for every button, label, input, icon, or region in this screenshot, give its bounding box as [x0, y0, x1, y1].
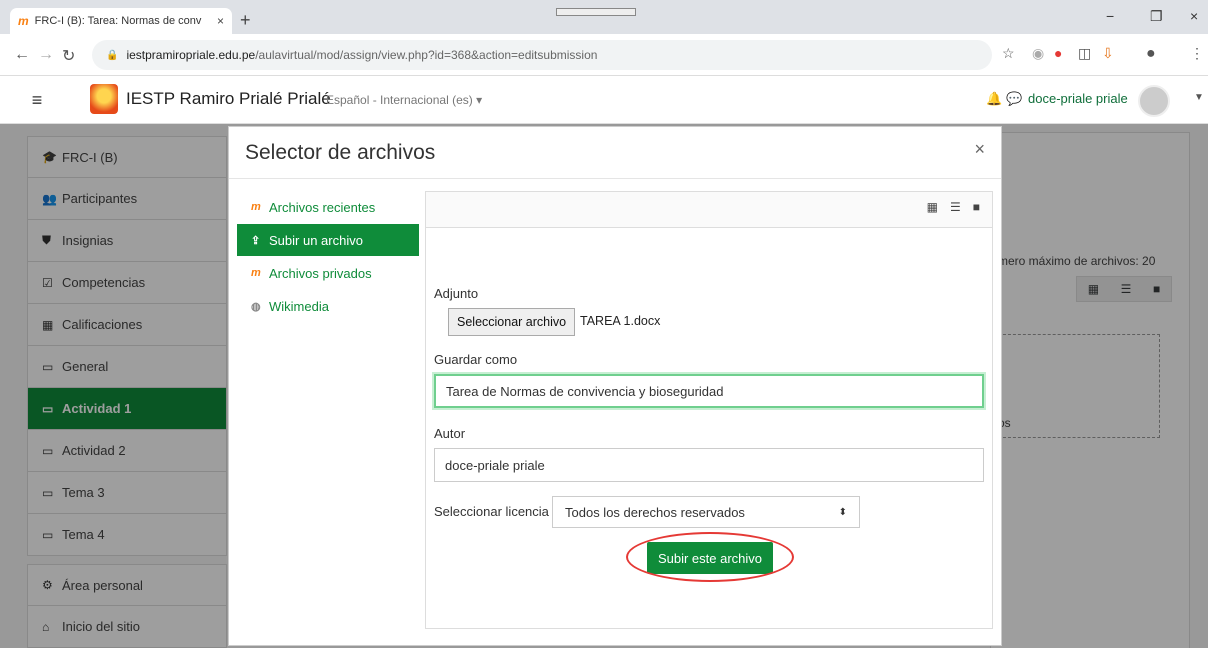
author-input[interactable]: doce-priale priale: [434, 448, 984, 482]
save-as-label: Guardar como: [434, 352, 518, 367]
moodle-icon: m: [251, 201, 261, 213]
messages-icon[interactable]: 💬: [1006, 91, 1022, 107]
browser-tab-bar: m FRC-I (B): Tarea: Normas de conv × + −…: [0, 0, 1208, 34]
camera-icon[interactable]: ◫: [1078, 45, 1091, 62]
forward-icon[interactable]: →: [38, 46, 54, 64]
repo-label: Archivos privados: [269, 265, 372, 281]
avatar[interactable]: [1138, 85, 1170, 117]
license-selected-value: Todos los derechos reservados: [565, 504, 745, 520]
dialog-header: Selector de archivos: [229, 127, 1001, 179]
repo-label: Wikimedia: [269, 298, 329, 314]
choose-file-button[interactable]: Seleccionar archivo: [448, 308, 576, 336]
repo-label: Archivos recientes: [269, 199, 376, 215]
site-name[interactable]: IESTP Ramiro Prialé Prialé: [126, 89, 331, 109]
save-as-input[interactable]: Tarea de Normas de convivencia y biosegu…: [434, 374, 984, 408]
star-icon[interactable]: ☆: [1002, 45, 1015, 62]
list-view-icon[interactable]: ☰: [950, 200, 961, 214]
url-field[interactable]: 🔒 iestpramiropriale.edu.pe/aulavirtual/m…: [92, 40, 992, 70]
notification-bell-icon[interactable]: 🔔: [986, 91, 1002, 107]
grid-view-icon[interactable]: ▦: [927, 200, 938, 214]
upload-icon: ⇪: [251, 234, 261, 247]
highlight-ellipse: [626, 532, 794, 582]
dialog-title: Selector de archivos: [245, 140, 436, 164]
repo-wikimedia[interactable]: ◍ Wikimedia: [237, 290, 419, 322]
language-menu[interactable]: Español - Internacional (es) ▾: [326, 93, 482, 107]
file-picker-dialog: Selector de archivos × m Archivos recient…: [228, 126, 1002, 646]
download-icon[interactable]: ⇩: [1102, 45, 1114, 62]
url-path: /aulavirtual/mod/assign/view.php?id=368&…: [255, 48, 598, 62]
window-close-button[interactable]: ×: [1190, 8, 1198, 24]
repo-private-files[interactable]: m Archivos privados: [237, 257, 419, 289]
menu-toggle-icon[interactable]: ≡: [22, 86, 52, 114]
url-domain: iestpramiropriale.edu.pe: [126, 48, 256, 62]
attachment-label: Adjunto: [434, 286, 479, 301]
profile-icon[interactable]: ●: [1146, 45, 1156, 63]
lock-icon: 🔒: [106, 49, 119, 61]
tab-close-icon[interactable]: ×: [217, 14, 224, 28]
author-label: Autor: [434, 426, 466, 441]
extension-icon[interactable]: ◉: [1032, 45, 1044, 62]
chosen-file-name: TAREA 1.docx: [580, 314, 661, 328]
tab-title: FRC-I (B): Tarea: Normas de conv: [34, 15, 202, 27]
site-logo: [90, 84, 118, 114]
folder-view-icon[interactable]: ■: [973, 200, 980, 214]
repository-list: m Archivos recientes ⇪ Subir un archivo mA…: [237, 191, 419, 323]
close-icon[interactable]: ×: [974, 139, 985, 160]
moodle-navbar: ≡ IESTP Ramiro Prialé Prialé Español - I…: [0, 76, 1208, 124]
license-select[interactable]: Todos los derechos reservados ⬍: [552, 496, 860, 528]
minimize-button[interactable]: −: [1106, 8, 1114, 24]
panel-toolbar: ▦ ☰ ■: [426, 192, 992, 228]
address-toolbar: ← → ↻ 🔒 iestpramiropriale.edu.pe/aulavir…: [0, 34, 1208, 76]
view-buttons: ▦ ☰ ■: [927, 200, 980, 214]
restore-button[interactable]: ❐: [1150, 8, 1163, 25]
back-icon[interactable]: ←: [14, 46, 30, 64]
repo-upload-file[interactable]: ⇪ Subir un archivo: [237, 224, 419, 256]
browser-menu-icon[interactable]: ⋮: [1190, 45, 1204, 62]
window-notch: [556, 8, 636, 16]
extension-red-icon[interactable]: ●: [1054, 45, 1062, 61]
user-name[interactable]: doce-priale priale: [1028, 91, 1128, 106]
user-menu-caret-icon[interactable]: ▼: [1194, 92, 1204, 103]
wikimedia-icon: ◍: [251, 300, 261, 313]
repo-label: Subir un archivo: [269, 232, 363, 248]
repo-recent-files[interactable]: m Archivos recientes: [237, 191, 419, 223]
moodle-favicon-icon: m: [18, 14, 29, 28]
browser-tab[interactable]: m FRC-I (B): Tarea: Normas de conv ×: [10, 8, 232, 34]
reload-icon[interactable]: ↻: [62, 46, 75, 66]
moodle-icon: m: [251, 267, 261, 279]
license-label: Seleccionar licencia: [434, 504, 549, 519]
upload-panel: ▦ ☰ ■ Adjunto Seleccionar archivo TAREA …: [425, 191, 993, 629]
new-tab-button[interactable]: +: [240, 10, 251, 31]
select-arrows-icon: ⬍: [838, 506, 847, 518]
